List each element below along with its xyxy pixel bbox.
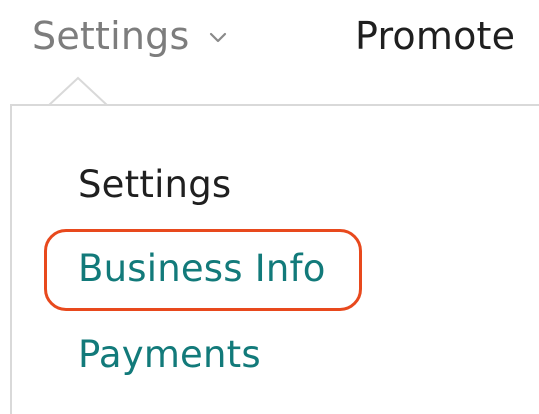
nav-settings-menu[interactable]: Settings — [32, 10, 227, 62]
dropdown-caret — [48, 76, 108, 106]
dropdown-heading: Settings — [78, 163, 232, 206]
menu-item-business-info[interactable]: Business Info — [78, 244, 326, 294]
chevron-down-icon — [209, 32, 227, 44]
nav-promote-link[interactable]: Promote — [355, 10, 515, 62]
menu-item-payments[interactable]: Payments — [78, 330, 261, 380]
nav-settings-label: Settings — [32, 14, 190, 58]
top-nav: Settings Promote — [0, 0, 539, 80]
